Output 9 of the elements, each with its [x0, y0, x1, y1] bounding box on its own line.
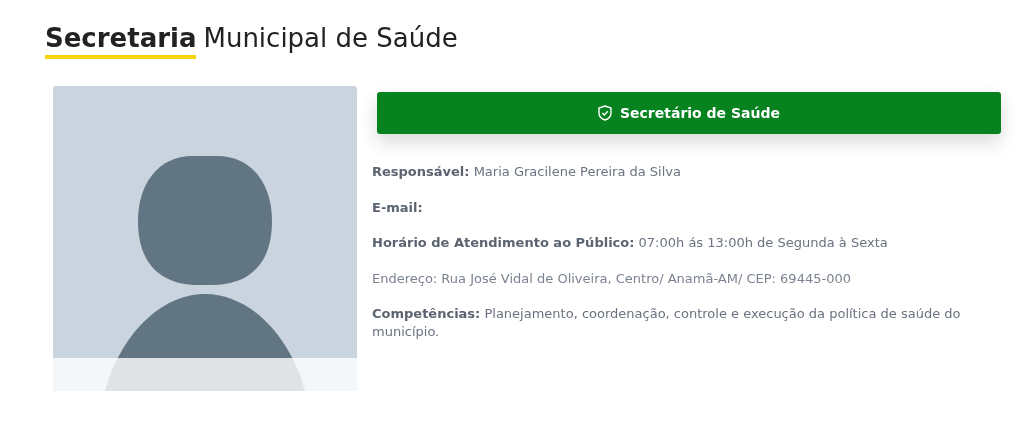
- heading-text: Municipal de Saúde: [203, 22, 458, 54]
- role-button[interactable]: Secretário de Saúde: [377, 92, 1001, 134]
- detail-text: Horário de Atendimento ao Público: 07:00h ás 13:00h de Segunda à Sexta: [372, 234, 889, 252]
- detail-text: E-mail:: [372, 198, 424, 217]
- detail-text: Endereço: Rua José Vidal de Oliveira, Centro/ Anamã-AM/ CEP: 69445-000: [372, 269, 852, 288]
- detail-text: Competências: Planejamento, coordenação, controle e execução da política de saúde do município.: [372, 305, 962, 341]
- detail-text: Responsável: Maria Gracilene Pereira da Silva: [372, 163, 682, 181]
- heading-highlight: Secretaria: [45, 22, 197, 59]
- shield-check-icon: [598, 105, 612, 121]
